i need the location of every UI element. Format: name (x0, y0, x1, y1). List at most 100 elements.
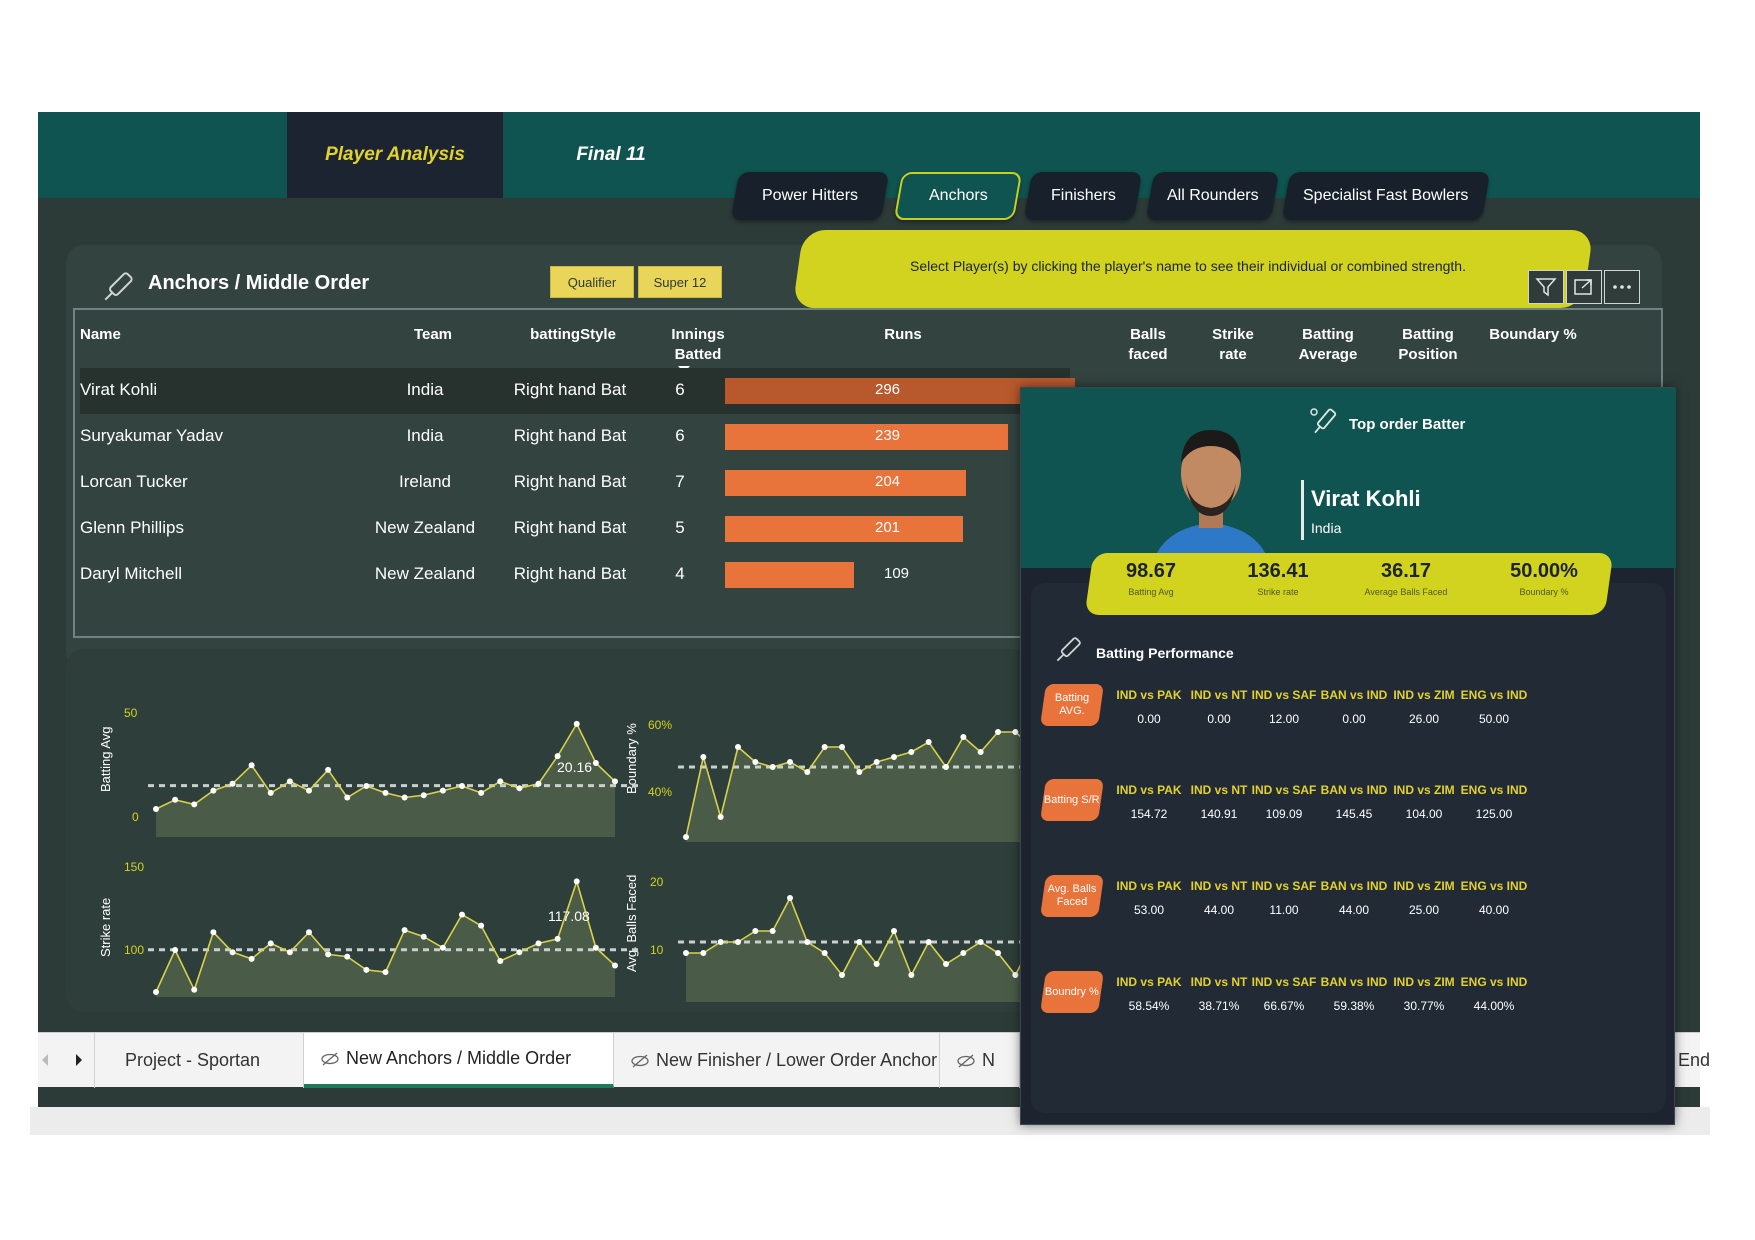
col-header-balls-faced[interactable]: Balls faced (1118, 325, 1178, 365)
more-options-icon[interactable] (1604, 270, 1640, 304)
data-point[interactable] (752, 928, 759, 934)
data-point[interactable] (497, 778, 504, 785)
player-name-cell[interactable]: Virat Kohli (80, 380, 157, 400)
table-row[interactable]: Lorcan Tucker Ireland Right hand Bat 7 204 (80, 460, 1070, 506)
data-point[interactable] (420, 792, 427, 799)
sheet-tab-next[interactable]: N (940, 1033, 1020, 1088)
col-header-team[interactable]: Team (388, 325, 478, 345)
data-point[interactable] (459, 783, 465, 789)
data-point[interactable] (554, 935, 561, 942)
data-point[interactable] (995, 729, 1001, 735)
sheet-tab-finisher[interactable]: New Finisher / Lower Order Anchor (614, 1033, 940, 1088)
data-point[interactable] (478, 922, 485, 929)
data-point[interactable] (995, 950, 1001, 956)
data-point[interactable] (306, 929, 312, 936)
data-point[interactable] (401, 927, 408, 934)
data-point[interactable] (420, 933, 427, 940)
data-point[interactable] (363, 783, 370, 789)
data-point[interactable] (153, 989, 159, 995)
table-row[interactable]: Suryakumar Yadav India Right hand Bat 6 239 (80, 414, 1070, 460)
col-header-batting-position[interactable]: Batting Position (1388, 325, 1468, 365)
data-point[interactable] (459, 911, 465, 918)
data-point[interactable] (210, 929, 217, 936)
data-point[interactable] (717, 939, 724, 945)
data-point[interactable] (908, 749, 915, 755)
data-point[interactable] (804, 769, 811, 775)
data-point[interactable] (401, 794, 408, 801)
data-point[interactable] (191, 986, 198, 993)
data-point[interactable] (925, 739, 932, 745)
player-name-cell[interactable]: Daryl Mitchell (80, 564, 182, 584)
sheet-tab-project[interactable]: Project - Sportan (94, 1033, 304, 1088)
data-point[interactable] (752, 759, 759, 765)
player-name-cell[interactable]: Glenn Phillips (80, 518, 184, 538)
focus-mode-icon[interactable] (1566, 270, 1602, 304)
data-point[interactable] (573, 720, 580, 727)
data-point[interactable] (873, 759, 880, 765)
data-point[interactable] (325, 766, 332, 773)
col-header-strike-rate[interactable]: Strike rate (1198, 325, 1268, 365)
data-point[interactable] (172, 946, 179, 953)
tab-final-11[interactable]: Final 11 (503, 112, 719, 198)
data-point[interactable] (735, 744, 741, 750)
data-point[interactable] (344, 794, 351, 801)
data-point[interactable] (306, 787, 312, 794)
data-point[interactable] (735, 939, 741, 945)
data-point[interactable] (191, 801, 198, 808)
data-point[interactable] (804, 939, 811, 945)
tabs-prev-icon[interactable] (40, 1053, 50, 1067)
data-point[interactable] (856, 769, 863, 775)
category-anchors-button[interactable]: Anchors (893, 172, 1023, 220)
data-point[interactable] (516, 785, 523, 792)
col-header-runs[interactable]: Runs (858, 325, 948, 345)
data-point[interactable] (612, 962, 618, 969)
data-point[interactable] (977, 939, 984, 945)
data-point[interactable] (267, 940, 274, 947)
data-point[interactable] (153, 806, 159, 812)
filter-chip-qualifier[interactable]: Qualifier (550, 266, 634, 298)
data-point[interactable] (925, 939, 932, 945)
data-point[interactable] (960, 950, 967, 956)
data-point[interactable] (573, 878, 580, 885)
data-point[interactable] (1012, 972, 1019, 978)
table-row[interactable]: Glenn Phillips New Zealand Right hand Bat 5… (80, 506, 1070, 552)
data-point[interactable] (943, 764, 949, 770)
data-point[interactable] (229, 949, 236, 956)
table-row[interactable]: Daryl Mitchell New Zealand Right hand Bat 4… (80, 552, 1070, 598)
table-row[interactable]: Virat Kohli India Right hand Bat 6 296 (80, 368, 1075, 414)
data-point[interactable] (960, 734, 967, 740)
data-point[interactable] (717, 814, 724, 820)
data-point[interactable] (248, 955, 255, 962)
tabs-next-icon[interactable] (74, 1053, 84, 1067)
data-point[interactable] (700, 950, 707, 956)
data-point[interactable] (891, 754, 897, 760)
col-header-batting-average[interactable]: Batting Average (1288, 325, 1368, 365)
data-point[interactable] (592, 760, 599, 766)
col-header-innings[interactable]: Innings Batted (658, 325, 738, 365)
data-point[interactable] (210, 787, 217, 794)
data-point[interactable] (821, 950, 828, 956)
data-point[interactable] (325, 951, 332, 958)
data-point[interactable] (248, 762, 255, 769)
data-point[interactable] (839, 744, 845, 750)
data-point[interactable] (839, 972, 845, 978)
data-point[interactable] (856, 939, 863, 945)
data-point[interactable] (439, 787, 446, 794)
player-name-cell[interactable]: Suryakumar Yadav (80, 426, 223, 446)
col-header-boundary[interactable]: Boundary % (1483, 325, 1583, 345)
data-point[interactable] (908, 972, 915, 978)
data-point[interactable] (943, 961, 949, 967)
data-point[interactable] (286, 949, 293, 956)
col-header-name[interactable]: Name (80, 325, 121, 345)
data-point[interactable] (787, 895, 793, 901)
data-point[interactable] (873, 961, 880, 967)
data-point[interactable] (821, 744, 828, 750)
data-point[interactable] (683, 834, 689, 840)
data-point[interactable] (769, 928, 776, 934)
data-point[interactable] (172, 796, 179, 803)
data-point[interactable] (612, 778, 618, 785)
data-point[interactable] (344, 953, 351, 960)
player-name-cell[interactable]: Lorcan Tucker (80, 472, 188, 492)
data-point[interactable] (229, 780, 236, 787)
sheet-tab-anchors[interactable]: New Anchors / Middle Order (304, 1033, 614, 1088)
